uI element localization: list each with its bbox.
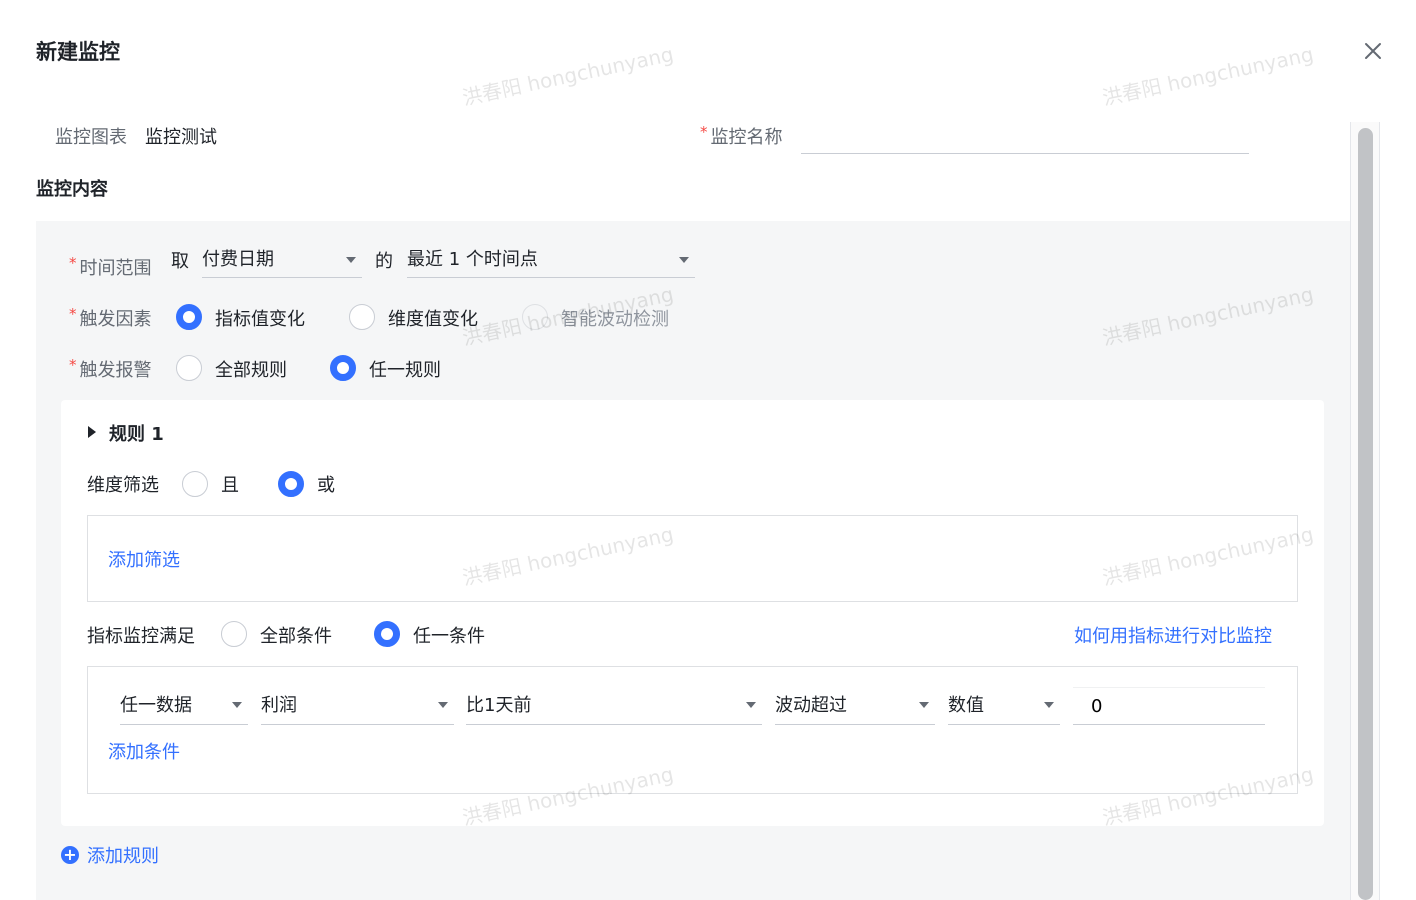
add-rule-button[interactable]: + 添加规则 xyxy=(61,842,159,868)
chevron-down-icon xyxy=(346,257,356,263)
operator-select[interactable]: 波动超过 xyxy=(775,687,935,725)
chevron-down-icon xyxy=(232,702,242,708)
compare-select[interactable]: 比1天前 xyxy=(466,687,762,725)
time-range-label: * 时间范围 xyxy=(69,254,152,279)
watermark: 洪春阳 hongchunyang xyxy=(460,41,676,111)
radio-label[interactable]: 任一条件 xyxy=(413,622,485,648)
time-range-of: 的 xyxy=(375,251,393,272)
radio-label[interactable]: 维度值变化 xyxy=(388,305,478,331)
chevron-down-icon xyxy=(746,702,756,708)
rule-title[interactable]: 规则 1 xyxy=(109,420,164,446)
required-mark: * xyxy=(700,123,708,141)
scope-select[interactable]: 任一数据 xyxy=(120,687,248,725)
filter-box xyxy=(87,515,1298,602)
radio-all-rules[interactable] xyxy=(176,355,202,381)
close-icon[interactable] xyxy=(1360,38,1386,64)
dimension-filter-label: 维度筛选 xyxy=(87,475,159,496)
chart-value: 监控测试 xyxy=(145,127,217,148)
caret-right-icon[interactable] xyxy=(88,426,96,438)
name-label: * 监控名称 xyxy=(700,123,783,148)
radio-label[interactable]: 且 xyxy=(221,471,239,497)
scrollbar-thumb[interactable] xyxy=(1358,128,1373,900)
radio-metric-change[interactable] xyxy=(176,304,202,330)
condition-box xyxy=(87,666,1298,794)
watermark: 洪春阳 hongchunyang xyxy=(1100,41,1316,111)
radio-label[interactable]: 任一规则 xyxy=(369,356,441,382)
chevron-down-icon xyxy=(1044,702,1054,708)
add-filter-link[interactable]: 添加筛选 xyxy=(108,546,180,572)
threshold-input[interactable] xyxy=(1073,687,1265,725)
chevron-down-icon xyxy=(919,702,929,708)
plus-circle-icon: + xyxy=(61,846,79,864)
trigger-factor-label: * 触发因素 xyxy=(69,305,152,330)
radio-smart-detection[interactable] xyxy=(522,304,548,330)
radio-label[interactable]: 或 xyxy=(317,471,335,497)
trigger-alarm-label: * 触发报警 xyxy=(69,356,152,381)
type-select[interactable]: 数值 xyxy=(948,687,1060,725)
radio-any-rule[interactable] xyxy=(330,355,356,381)
monitor-name-input[interactable] xyxy=(801,120,1249,154)
radio-label[interactable]: 智能波动检测 xyxy=(561,305,669,331)
radio-label[interactable]: 全部条件 xyxy=(260,622,332,648)
chevron-down-icon xyxy=(679,257,689,263)
radio-label[interactable]: 全部规则 xyxy=(215,356,287,382)
radio-label[interactable]: 指标值变化 xyxy=(215,305,305,331)
time-range-take: 取 xyxy=(171,251,189,272)
radio-all-conditions[interactable] xyxy=(221,621,247,647)
date-field-select[interactable]: 付费日期 xyxy=(202,242,362,278)
section-title: 监控内容 xyxy=(36,179,108,200)
chevron-down-icon xyxy=(438,702,448,708)
radio-dimension-change[interactable] xyxy=(349,304,375,330)
period-select[interactable]: 最近 1 个时间点 xyxy=(407,242,695,278)
add-condition-link[interactable]: 添加条件 xyxy=(108,738,180,764)
radio-or[interactable] xyxy=(278,471,304,497)
scrollbar[interactable] xyxy=(1350,122,1380,900)
help-link[interactable]: 如何用指标进行对比监控 xyxy=(1074,622,1272,648)
radio-any-condition[interactable] xyxy=(374,621,400,647)
dialog-title: 新建监控 xyxy=(36,40,120,64)
metric-select[interactable]: 利润 xyxy=(261,687,454,725)
chart-label: 监控图表 xyxy=(55,127,127,148)
radio-and[interactable] xyxy=(182,471,208,497)
metric-condition-label: 指标监控满足 xyxy=(87,626,195,647)
